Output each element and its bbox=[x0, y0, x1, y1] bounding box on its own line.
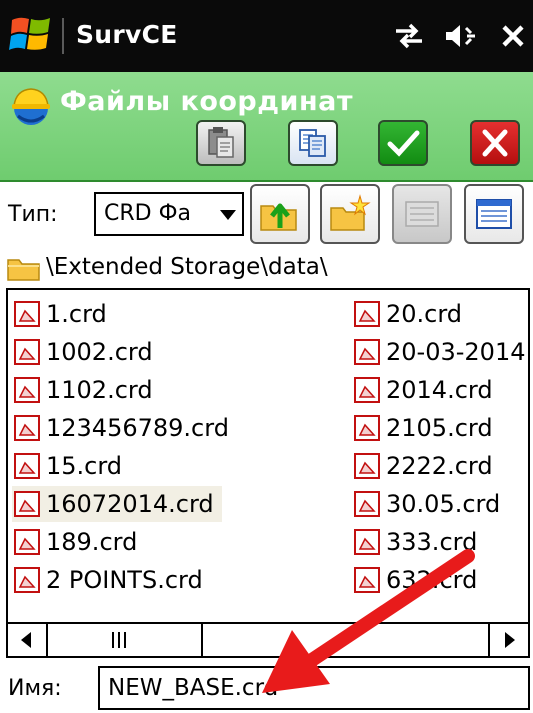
file-list[interactable]: 1.crd 1002.crd 1102.crd 123456789.crd 15… bbox=[6, 288, 530, 658]
path-row: \Extended Storage\data\ bbox=[0, 248, 533, 286]
crd-file-icon bbox=[354, 339, 380, 365]
crd-file-icon bbox=[354, 415, 380, 441]
type-row: Тип: CRD Фа bbox=[0, 182, 533, 246]
file-type-dropdown[interactable]: CRD Фа bbox=[94, 192, 244, 236]
new-folder-icon bbox=[330, 194, 371, 231]
windows-start-icon[interactable] bbox=[8, 12, 54, 58]
crd-file-icon bbox=[354, 491, 380, 517]
file-item[interactable]: 2222.crd bbox=[352, 448, 493, 484]
file-item[interactable]: 30.05.crd bbox=[352, 486, 500, 522]
file-item[interactable]: 2 POINTS.crd bbox=[12, 562, 203, 598]
file-item-selected[interactable]: 16072014.crd bbox=[12, 486, 222, 522]
crd-file-icon bbox=[14, 415, 40, 441]
file-item[interactable]: 333.crd bbox=[352, 524, 477, 560]
type-label: Тип: bbox=[8, 202, 58, 227]
file-name: 123456789.crd bbox=[46, 414, 229, 442]
file-name: 189.crd bbox=[46, 528, 138, 556]
cancel-button[interactable] bbox=[470, 120, 520, 166]
scroll-track[interactable] bbox=[205, 624, 486, 656]
surveyor-helmet-icon bbox=[12, 88, 50, 125]
file-name: 2105.crd bbox=[386, 414, 493, 442]
crd-file-icon bbox=[354, 453, 380, 479]
crd-file-icon bbox=[354, 529, 380, 555]
crd-file-icon bbox=[354, 567, 380, 593]
app-title: SurvCE bbox=[76, 20, 178, 49]
crd-file-icon bbox=[14, 491, 40, 517]
file-name: 20.crd bbox=[386, 300, 463, 328]
list-view-button[interactable] bbox=[392, 184, 452, 244]
new-folder-button[interactable] bbox=[320, 184, 380, 244]
crd-file-icon bbox=[14, 453, 40, 479]
file-name: 1002.crd bbox=[46, 338, 153, 366]
arrow-left-icon bbox=[21, 632, 31, 648]
name-row: Имя: bbox=[0, 660, 533, 713]
folder-icon bbox=[7, 259, 40, 281]
file-type-value: CRD Фа bbox=[104, 201, 192, 226]
cancel-x-icon bbox=[482, 129, 508, 157]
file-item[interactable]: 20.crd bbox=[352, 296, 462, 332]
crd-file-icon bbox=[354, 377, 380, 403]
file-item[interactable]: 15.crd bbox=[12, 448, 122, 484]
scroll-left-button[interactable] bbox=[8, 624, 48, 656]
file-name: 1.crd bbox=[46, 300, 107, 328]
file-item[interactable]: 632.crd bbox=[352, 562, 477, 598]
grip-icon bbox=[112, 632, 126, 648]
scroll-right-button[interactable] bbox=[488, 624, 528, 656]
scroll-thumb[interactable] bbox=[48, 624, 203, 656]
file-name: 16072014.crd bbox=[46, 490, 214, 518]
file-item[interactable]: 1002.crd bbox=[12, 334, 153, 370]
crd-file-icon bbox=[14, 377, 40, 403]
connectivity-icon[interactable] bbox=[392, 22, 426, 50]
dialog-header: Файлы координат bbox=[0, 72, 533, 182]
file-name-input[interactable] bbox=[98, 666, 530, 710]
file-name: 2222.crd bbox=[386, 452, 493, 480]
icon-view-icon bbox=[405, 201, 439, 227]
file-item[interactable]: 1.crd bbox=[12, 296, 107, 332]
crd-file-icon bbox=[14, 567, 40, 593]
close-icon[interactable] bbox=[500, 22, 526, 50]
file-name: 333.crd bbox=[386, 528, 478, 556]
crd-file-icon bbox=[354, 301, 380, 327]
checkmark-icon bbox=[387, 130, 420, 157]
file-name: 20-03-2014 bbox=[386, 338, 526, 366]
folder-up-icon bbox=[260, 203, 297, 231]
details-view-icon bbox=[476, 199, 512, 229]
arrow-right-icon bbox=[505, 632, 515, 648]
horizontal-scrollbar[interactable] bbox=[8, 622, 528, 656]
paste-button[interactable] bbox=[196, 120, 246, 166]
file-item[interactable]: 1102.crd bbox=[12, 372, 153, 408]
crd-file-icon bbox=[14, 301, 40, 327]
copy-icon bbox=[299, 129, 326, 157]
ok-button[interactable] bbox=[378, 120, 428, 166]
copy-button[interactable] bbox=[288, 120, 338, 166]
file-item[interactable]: 189.crd bbox=[12, 524, 137, 560]
current-path: \Extended Storage\data\ bbox=[46, 254, 328, 280]
file-name: 632.crd bbox=[386, 566, 478, 594]
crd-file-icon bbox=[14, 529, 40, 555]
taskbar-divider bbox=[62, 18, 64, 54]
file-name: 2014.crd bbox=[386, 376, 493, 404]
folder-up-button[interactable] bbox=[250, 184, 310, 244]
dropdown-arrow-icon[interactable] bbox=[220, 210, 236, 220]
file-name: 30.05.crd bbox=[386, 490, 501, 518]
file-item[interactable]: 2014.crd bbox=[352, 372, 493, 408]
clipboard-icon bbox=[208, 127, 234, 158]
file-item[interactable]: 123456789.crd bbox=[12, 410, 229, 446]
file-name: 2 POINTS.crd bbox=[46, 566, 203, 594]
file-name: 1102.crd bbox=[46, 376, 153, 404]
taskbar: SurvCE bbox=[0, 0, 533, 72]
volume-icon[interactable] bbox=[444, 22, 478, 50]
crd-file-icon bbox=[14, 339, 40, 365]
file-name: 15.crd bbox=[46, 452, 123, 480]
details-view-button[interactable] bbox=[464, 184, 524, 244]
file-item[interactable]: 20-03-2014 bbox=[352, 334, 525, 370]
file-item[interactable]: 2105.crd bbox=[352, 410, 493, 446]
name-label: Имя: bbox=[8, 676, 62, 701]
dialog-title: Файлы координат bbox=[60, 86, 354, 117]
